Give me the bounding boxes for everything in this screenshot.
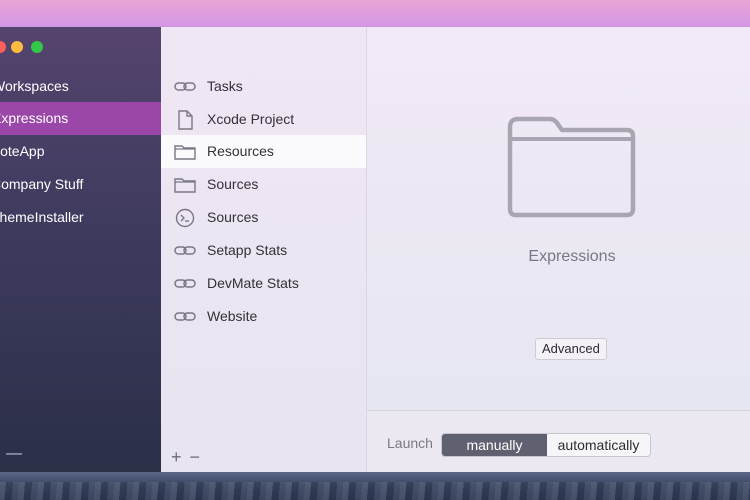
launch-label: Launch <box>387 435 433 451</box>
project-title: Expressions <box>528 248 616 265</box>
app-window: Workspaces Expressions NoteApp Company S… <box>0 27 750 472</box>
link-icon <box>174 246 196 255</box>
sidebar-item-label: Workspaces <box>0 78 69 94</box>
list-item[interactable]: Tasks <box>161 70 366 103</box>
list-item-label: Website <box>207 308 258 324</box>
document-icon <box>178 110 193 130</box>
sidebar-item-label: NoteApp <box>0 143 45 159</box>
list-item-label: Tasks <box>207 78 243 94</box>
close-window-button[interactable] <box>0 41 6 53</box>
sidebar-item-noteapp[interactable]: NoteApp <box>0 135 161 168</box>
launch-manually-option[interactable]: manually <box>442 434 547 456</box>
list-item[interactable]: Website <box>161 300 366 333</box>
link-icon <box>174 82 196 91</box>
link-icon <box>174 312 196 321</box>
list-item-label: Sources <box>207 209 259 225</box>
list-item[interactable]: Sources <box>161 168 366 201</box>
list-item-label: Setapp Stats <box>207 242 288 258</box>
advanced-button[interactable]: Advanced <box>535 338 607 360</box>
folder-icon <box>507 116 636 218</box>
item-list: Tasks Xcode Project Resources Sources So… <box>161 27 367 472</box>
detail-pane: Expressions Advanced Launch manually aut… <box>367 27 750 472</box>
zoom-window-button[interactable] <box>31 41 43 53</box>
launch-mode-segmented-control: manually automatically <box>441 433 651 457</box>
list-item[interactable]: Setapp Stats <box>161 234 366 267</box>
list-item[interactable]: Xcode Project <box>161 103 366 136</box>
sidebar-item-label: Company Stuff <box>0 176 84 192</box>
minimize-window-button[interactable] <box>11 41 23 53</box>
list-item-label: DevMate Stats <box>207 275 299 291</box>
list-item-label: Sources <box>207 176 259 192</box>
add-item-button[interactable]: + <box>171 447 190 467</box>
sidebar-item-label: ThemeInstaller <box>0 209 84 225</box>
desktop-background <box>0 472 750 500</box>
sidebar: Workspaces Expressions NoteApp Company S… <box>0 27 161 472</box>
link-icon <box>174 279 196 288</box>
folder-icon <box>174 145 196 160</box>
sidebar-item-workspaces[interactable]: Workspaces <box>0 70 161 103</box>
folder-icon <box>174 178 196 193</box>
list-item-label: Resources <box>207 143 274 159</box>
terminal-icon <box>175 208 195 228</box>
sidebar-item-label: Expressions <box>0 110 69 126</box>
sidebar-item-company-stuff[interactable]: Company Stuff <box>0 168 161 201</box>
remove-item-button[interactable]: − <box>190 447 209 467</box>
list-footer-controls: +− <box>171 447 208 468</box>
sidebar-item-expressions[interactable]: Expressions <box>0 102 161 135</box>
sidebar-item-themeinstaller[interactable]: ThemeInstaller <box>0 201 161 234</box>
launch-bar: Launch manually automatically <box>367 410 750 472</box>
launch-automatically-option[interactable]: automatically <box>547 434 650 456</box>
list-item[interactable]: DevMate Stats <box>161 267 366 300</box>
list-item[interactable]: Resources <box>161 135 366 168</box>
list-item[interactable]: Sources <box>161 201 366 234</box>
sidebar-remove-button[interactable]: — <box>6 445 22 463</box>
desktop-mountains <box>0 482 750 500</box>
list-item-label: Xcode Project <box>207 111 295 127</box>
